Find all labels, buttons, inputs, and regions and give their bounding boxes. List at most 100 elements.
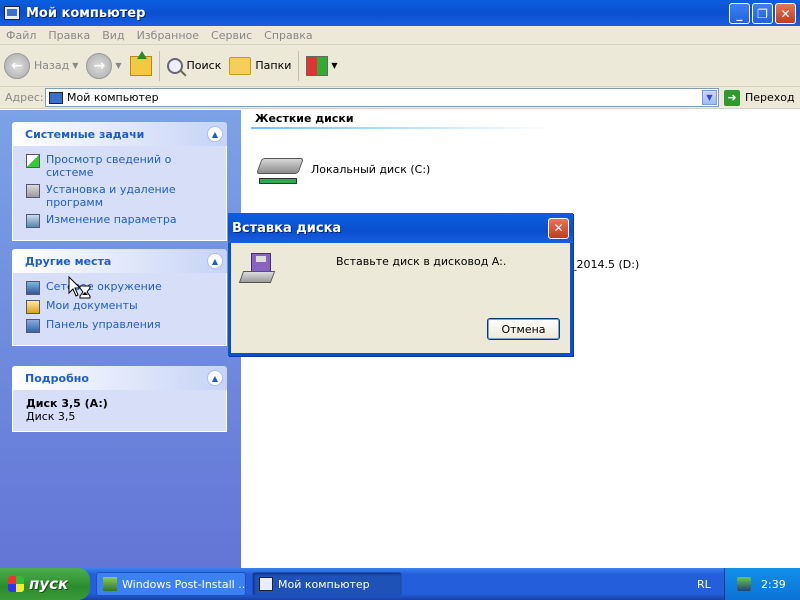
details-panel: Подробно ▲ Диск 3,5 (A:) Диск 3,5	[12, 366, 227, 432]
back-button[interactable]: ← Назад ▼	[0, 48, 82, 84]
dialog-close-button[interactable]: ✕	[548, 217, 569, 239]
close-button[interactable]: ✕	[775, 3, 796, 24]
details-title: Подробно	[25, 371, 89, 385]
address-bar: Адрес: Мой компьютер ▼ ➜ Переход	[0, 87, 800, 109]
clock[interactable]: 2:39	[761, 578, 786, 591]
menu-file[interactable]: Файл	[0, 29, 42, 42]
address-dropdown-button[interactable]: ▼	[702, 90, 717, 105]
window-title: Мой компьютер	[26, 5, 146, 21]
window-titlebar[interactable]: Мой компьютер _ ❐ ✕	[0, 0, 800, 26]
details-header[interactable]: Подробно ▲	[12, 366, 227, 390]
views-icon	[306, 55, 329, 76]
folders-button[interactable]: Папки	[225, 48, 295, 84]
other-places-panel: Другие места ▲ Сетевое окружение Мои док…	[12, 249, 227, 346]
other-places-title: Другие места	[25, 254, 112, 268]
post-install-icon	[103, 577, 117, 591]
go-arrow-icon: ➜	[724, 89, 740, 106]
task-label: Просмотр сведений о системе	[46, 153, 172, 179]
dialog-titlebar[interactable]: Вставка диска ✕	[228, 213, 573, 243]
busy-cursor-icon	[68, 276, 91, 299]
drive-d-label: _2014.5 (D:)	[571, 258, 640, 271]
collapse-chevron-icon[interactable]: ▲	[207, 126, 223, 142]
language-indicator[interactable]: RL	[697, 578, 711, 591]
maximize-button[interactable]: ❐	[752, 3, 773, 24]
go-label: Переход	[745, 91, 795, 104]
search-button[interactable]: Поиск	[163, 48, 226, 84]
system-tray: 2:39	[724, 568, 800, 600]
place-label: Мои документы	[46, 299, 138, 312]
task-add-remove-programs[interactable]: Установка и удаление программ	[26, 183, 216, 209]
place-my-documents[interactable]: Мои документы	[26, 299, 216, 314]
cancel-button[interactable]: Отмена	[487, 318, 560, 340]
control-panel-icon	[26, 319, 40, 333]
system-tasks-header[interactable]: Системные задачи ▲	[12, 122, 227, 146]
other-places-list: Сетевое окружение Мои документы Панель у…	[12, 273, 227, 346]
tray-app-icon[interactable]	[737, 577, 751, 591]
back-arrow-icon: ←	[4, 52, 30, 79]
start-label: пуск	[29, 575, 69, 593]
task-change-setting[interactable]: Изменение параметра	[26, 213, 216, 228]
control-panel-setting-icon	[26, 214, 40, 228]
hard-disk-icon	[256, 150, 304, 188]
taskbar-item-label: Мой компьютер	[278, 577, 370, 591]
details-item-name: Диск 3,5 (A:)	[26, 397, 108, 410]
menu-help[interactable]: Справка	[258, 29, 318, 42]
menu-favorites[interactable]: Избранное	[131, 29, 205, 42]
drive-c-label: Локальный диск (C:)	[311, 162, 431, 176]
network-places-icon	[26, 281, 40, 295]
insert-disk-dialog: Вставка диска ✕ Вставьте диск в дисковод…	[228, 213, 573, 356]
menu-edit[interactable]: Правка	[42, 29, 96, 42]
task-pane: Системные задачи ▲ Просмотр сведений о с…	[0, 110, 241, 568]
taskbar: пуск Windows Post-Install ... Мой компью…	[0, 568, 800, 600]
dialog-message: Вставьте диск в дисковод A:.	[336, 255, 507, 268]
go-button[interactable]: ➜ Переход	[724, 89, 795, 106]
system-tasks-panel: Системные задачи ▲ Просмотр сведений о с…	[12, 122, 227, 241]
details-item-type: Диск 3,5	[26, 410, 76, 423]
menu-bar: Файл Правка Вид Избранное Сервис Справка	[0, 26, 800, 45]
other-places-header[interactable]: Другие места ▲	[12, 249, 227, 273]
drive-d[interactable]: _2014.5 (D:)	[571, 258, 639, 271]
back-dropdown-icon[interactable]: ▼	[72, 61, 78, 70]
place-control-panel[interactable]: Панель управления	[26, 318, 216, 333]
section-divider	[251, 127, 551, 129]
place-label: Сетевое окружение	[46, 280, 162, 293]
menu-view[interactable]: Вид	[96, 29, 130, 42]
add-remove-programs-icon	[26, 184, 40, 198]
start-button[interactable]: пуск	[0, 568, 90, 600]
computer-icon	[4, 6, 20, 20]
up-button[interactable]	[126, 48, 156, 84]
folder-up-icon	[129, 50, 152, 76]
collapse-chevron-icon[interactable]: ▲	[207, 370, 223, 386]
address-value: Мой компьютер	[67, 91, 159, 104]
details-body: Диск 3,5 (A:) Диск 3,5	[12, 390, 227, 432]
taskbar-item-post-install[interactable]: Windows Post-Install ...	[96, 572, 246, 596]
my-documents-icon	[26, 300, 40, 314]
place-label: Панель управления	[46, 318, 161, 331]
toolbar: ← Назад ▼ → ▼ Поиск Папки ▼	[0, 45, 800, 87]
address-input[interactable]: Мой компьютер ▼	[45, 88, 719, 107]
dialog-title: Вставка диска	[232, 220, 342, 236]
task-view-system-info[interactable]: Просмотр сведений о системе	[26, 153, 216, 179]
windows-logo-icon	[8, 576, 24, 592]
folders-icon	[229, 56, 252, 75]
computer-icon	[259, 577, 273, 591]
forward-arrow-icon: →	[86, 52, 113, 79]
place-network[interactable]: Сетевое окружение	[26, 280, 216, 295]
search-icon	[166, 57, 183, 74]
address-label: Адрес:	[5, 91, 44, 104]
drive-c[interactable]: Локальный диск (C:)	[256, 150, 431, 188]
views-button[interactable]: ▼	[302, 48, 341, 84]
views-dropdown-icon: ▼	[331, 61, 338, 70]
forward-dropdown-icon[interactable]: ▼	[115, 61, 121, 70]
toolbar-separator	[158, 50, 160, 81]
system-tasks-title: Системные задачи	[25, 127, 145, 141]
window-controls: _ ❐ ✕	[729, 3, 796, 24]
minimize-button[interactable]: _	[729, 3, 750, 24]
taskbar-item-my-computer[interactable]: Мой компьютер	[252, 572, 402, 596]
forward-button[interactable]: → ▼	[82, 48, 125, 84]
computer-icon	[49, 91, 63, 104]
menu-tools[interactable]: Сервис	[205, 29, 258, 42]
section-hard-drives: Жесткие диски	[255, 112, 354, 125]
system-info-icon	[26, 154, 40, 168]
collapse-chevron-icon[interactable]: ▲	[207, 253, 223, 269]
